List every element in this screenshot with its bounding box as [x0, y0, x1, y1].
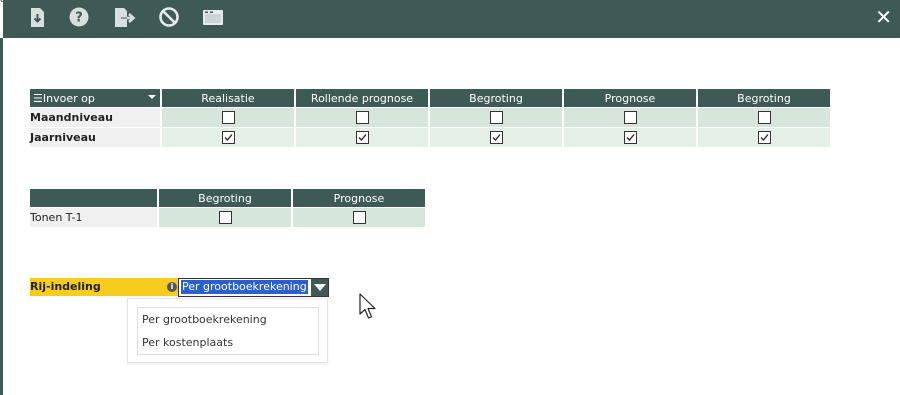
checkbox[interactable]	[757, 111, 771, 125]
invoer-op-header[interactable]: ☰Invoer op	[30, 89, 162, 107]
column-header: Prognose	[564, 89, 698, 107]
checkbox-checked[interactable]	[757, 131, 771, 145]
invoer-op-label: Invoer op	[42, 91, 95, 105]
checkmark-icon	[224, 134, 233, 142]
select-selected-value: Per grootboekrekening	[181, 280, 308, 294]
column-header: Begroting	[698, 89, 832, 107]
chevron-down-icon[interactable]	[148, 95, 156, 99]
left-edge	[0, 38, 3, 395]
column-header: Rollende prognose	[296, 89, 430, 107]
column-header: Realisatie	[162, 89, 296, 107]
checkbox-cell	[296, 107, 430, 127]
checkbox-cell	[564, 107, 698, 127]
checkmark-icon	[626, 134, 635, 142]
row-label: Maandniveau	[30, 107, 162, 127]
info-icon[interactable]: i	[167, 282, 177, 292]
checkbox-cell	[698, 107, 832, 127]
mouse-cursor-icon	[359, 293, 379, 324]
column-header: Begroting	[159, 189, 293, 207]
checkbox-cell	[564, 127, 698, 147]
checkbox[interactable]	[489, 111, 503, 125]
checkbox[interactable]	[221, 111, 235, 125]
checkmark-icon	[358, 134, 367, 142]
table-row: Maandniveau	[30, 107, 832, 127]
dropdown-menu: Per grootboekrekening Per kostenplaats	[127, 298, 328, 363]
checkbox-checked[interactable]	[623, 131, 637, 145]
menu-icon: ☰	[33, 91, 43, 105]
rij-indeling-select[interactable]: Per grootboekrekening	[178, 278, 329, 297]
column-header: Prognose	[293, 189, 427, 207]
checkbox-checked[interactable]	[355, 131, 369, 145]
column-header: Begroting	[430, 89, 564, 107]
dropdown-list: Per grootboekrekening Per kostenplaats	[137, 307, 319, 355]
checkmark-icon	[760, 134, 769, 142]
checkbox-cell	[159, 207, 293, 227]
checkbox[interactable]	[355, 111, 369, 125]
chevron-down-icon[interactable]	[311, 279, 328, 296]
checkbox-checked[interactable]	[221, 131, 235, 145]
invoer-table: ☰Invoer op Realisatie Rollende prognose …	[30, 89, 832, 147]
checkbox-cell	[430, 127, 564, 147]
checkmark-icon	[492, 134, 501, 142]
svg-text:?: ?	[75, 11, 83, 26]
checkbox-cell	[162, 107, 296, 127]
checkbox-cell	[430, 107, 564, 127]
checkbox-cell	[296, 127, 430, 147]
row-label: Tonen T-1	[30, 207, 159, 227]
empty-header	[30, 189, 159, 207]
dropdown-option[interactable]: Per kostenplaats	[142, 336, 233, 349]
checkbox-cell	[293, 207, 427, 227]
download-doc-icon[interactable]	[26, 6, 48, 28]
checkbox-cell	[162, 127, 296, 147]
row-label: Jaarniveau	[30, 127, 162, 147]
checkbox-cell	[698, 127, 832, 147]
window-icon[interactable]	[202, 6, 224, 28]
help-icon[interactable]: ?	[68, 6, 90, 28]
checkbox[interactable]	[623, 111, 637, 125]
close-button[interactable]: ✕	[875, 6, 892, 28]
table-row: Jaarniveau	[30, 127, 832, 147]
cancel-icon[interactable]	[158, 6, 180, 28]
tonen-table: Begroting Prognose Tonen T-1	[30, 189, 427, 227]
checkbox[interactable]	[352, 211, 366, 225]
dialog-toolbar: ? ✕	[3, 0, 900, 38]
checkbox[interactable]	[218, 211, 232, 225]
rij-indeling-label: Rij-indeling	[30, 278, 178, 296]
dropdown-option[interactable]: Per grootboekrekening	[142, 313, 267, 326]
table-row: Tonen T-1	[30, 207, 427, 227]
export-arrow-icon[interactable]	[112, 6, 136, 28]
checkbox-checked[interactable]	[489, 131, 503, 145]
